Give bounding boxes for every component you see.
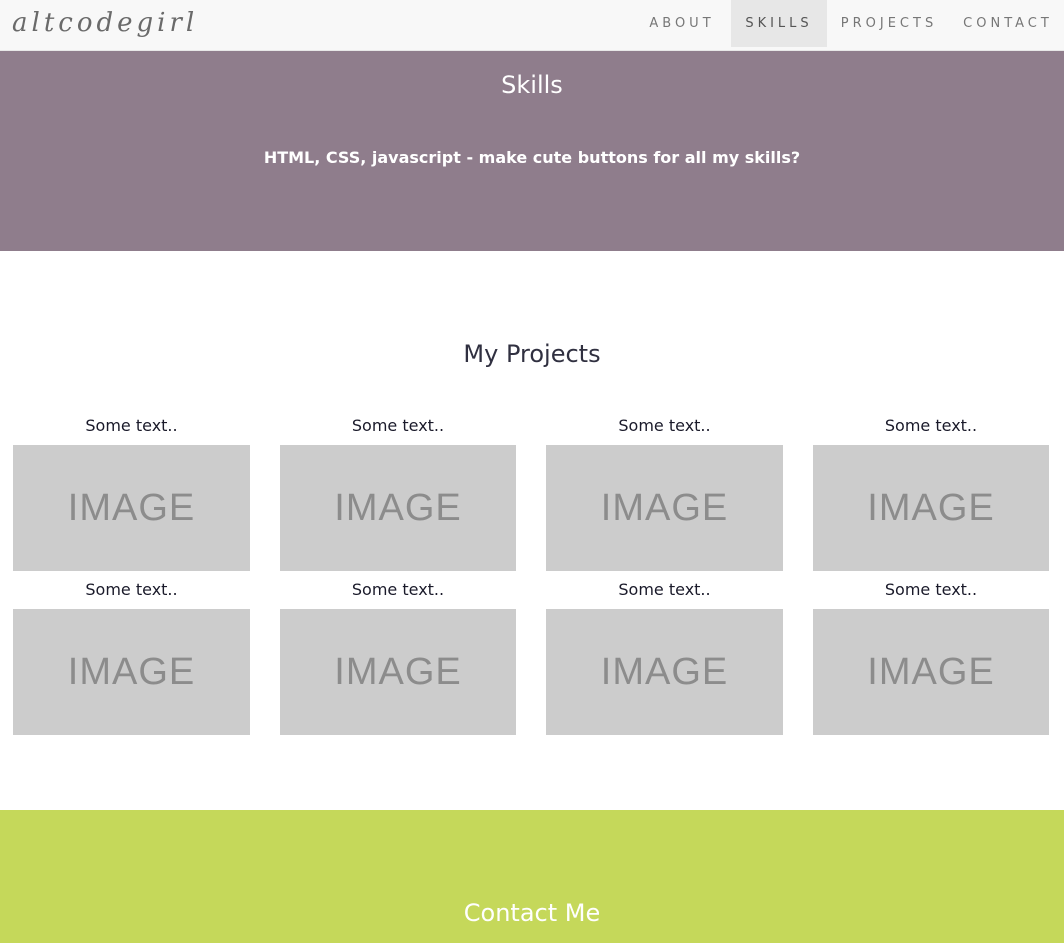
skills-text: HTML, CSS, javascript - make cute button…: [263, 148, 801, 167]
project-card: Some text.. IMAGE: [813, 579, 1049, 735]
project-image[interactable]: IMAGE: [13, 445, 250, 571]
project-image[interactable]: IMAGE: [546, 609, 783, 735]
skills-section: Skills HTML, CSS, javascript - make cute…: [0, 51, 1064, 251]
nav-item-projects[interactable]: PROJECTS: [828, 0, 950, 47]
project-caption: Some text..: [884, 416, 978, 435]
project-card: Some text.. IMAGE: [546, 415, 783, 571]
project-card: Some text.. IMAGE: [546, 579, 783, 735]
project-card: Some text.. IMAGE: [280, 579, 516, 735]
project-caption: Some text..: [85, 416, 178, 435]
project-image[interactable]: IMAGE: [813, 609, 1049, 735]
nav-item-skills[interactable]: SKILLS: [731, 0, 827, 47]
project-card: Some text.. IMAGE: [13, 579, 250, 735]
project-image[interactable]: IMAGE: [13, 609, 250, 735]
project-caption: Some text..: [351, 580, 445, 599]
project-image[interactable]: IMAGE: [546, 445, 783, 571]
navbar: altcodegirl ABOUT SKILLS PROJECTS CONTAC…: [0, 0, 1064, 51]
skills-title: Skills: [501, 71, 563, 99]
project-caption: Some text..: [618, 580, 711, 599]
project-card: Some text.. IMAGE: [813, 415, 1049, 571]
project-caption: Some text..: [884, 580, 978, 599]
contact-section: Contact Me: [0, 810, 1064, 943]
contact-title: Contact Me: [463, 899, 601, 927]
project-card: Some text.. IMAGE: [280, 415, 516, 571]
project-card: Some text.. IMAGE: [13, 415, 250, 571]
nav-item-contact[interactable]: CONTACT: [952, 0, 1064, 47]
brand-logo[interactable]: altcodegirl: [12, 6, 198, 40]
project-caption: Some text..: [351, 416, 445, 435]
project-caption: Some text..: [85, 580, 178, 599]
nav-item-about[interactable]: ABOUT: [636, 0, 728, 47]
project-image[interactable]: IMAGE: [280, 445, 516, 571]
project-caption: Some text..: [618, 416, 711, 435]
project-image[interactable]: IMAGE: [813, 445, 1049, 571]
project-image[interactable]: IMAGE: [280, 609, 516, 735]
projects-title: My Projects: [463, 340, 601, 368]
